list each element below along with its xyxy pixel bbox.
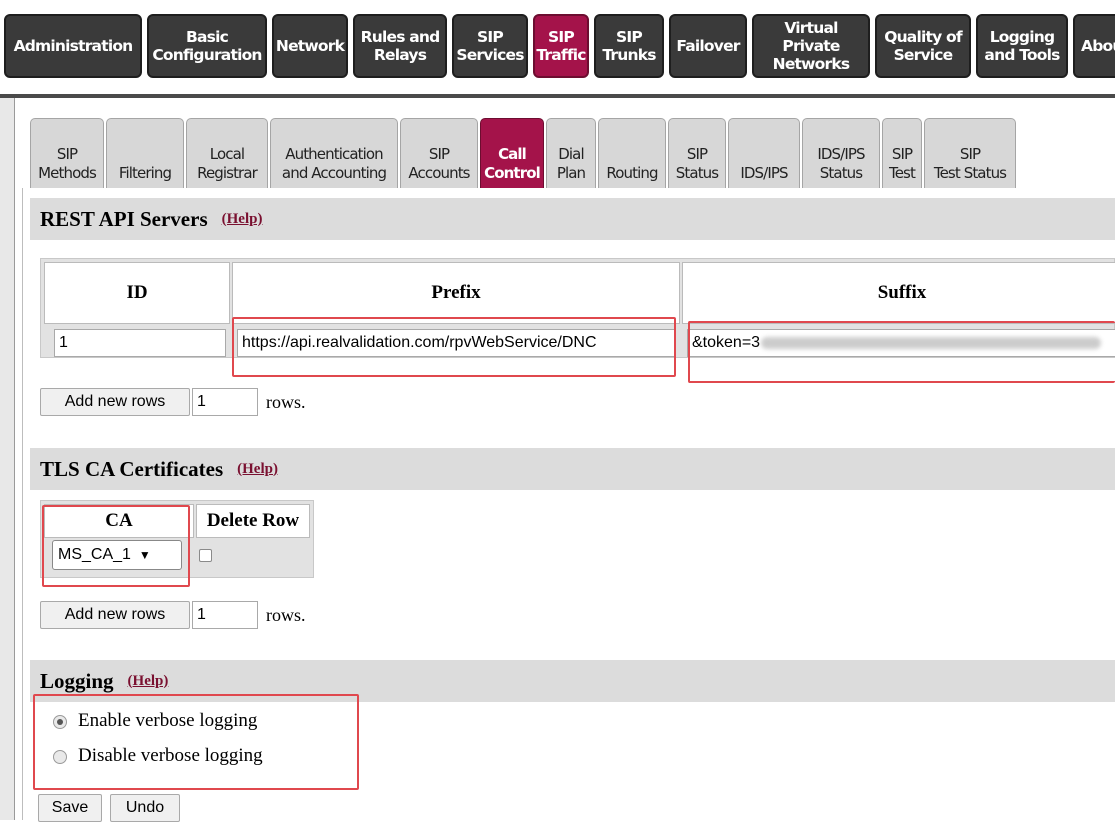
nav-sip-trunks[interactable]: SIP Trunks <box>594 14 664 78</box>
tab-sip-status[interactable]: SIP Status <box>668 118 726 188</box>
column-header-delete-row: Delete Row <box>196 504 310 538</box>
rest-api-help-link[interactable]: (Help) <box>222 211 263 228</box>
tab-authentication-and-accounting[interactable]: Authentication and Accounting <box>270 118 398 188</box>
tab-sip-test[interactable]: SIP Test <box>882 118 922 188</box>
rest-add-rows-button[interactable]: Add new rows <box>40 388 190 416</box>
suffix-highlight-box <box>688 321 1115 383</box>
tls-ca-title: TLS CA Certificates <box>40 456 224 481</box>
nav-sip-services[interactable]: SIP Services <box>452 14 528 78</box>
nav-logging-and-tools[interactable]: Logging and Tools <box>976 14 1068 78</box>
tab-routing[interactable]: Routing <box>598 118 666 188</box>
ca-highlight-box <box>42 505 190 587</box>
nav-failover[interactable]: Failover <box>669 14 747 78</box>
rest-api-title: REST API Servers <box>40 206 208 231</box>
tab-filtering[interactable]: Filtering <box>106 118 184 188</box>
nav-basic-configuration[interactable]: Basic Configuration <box>147 14 267 78</box>
rest-api-header: REST API Servers (Help) <box>30 198 1115 240</box>
logging-highlight-box <box>33 694 359 790</box>
nav-quality-of-service[interactable]: Quality of Service <box>875 14 971 78</box>
tab-dial-plan[interactable]: Dial Plan <box>546 118 596 188</box>
tab-sip-test-status[interactable]: SIP Test Status <box>924 118 1016 188</box>
tls-ca-help-link[interactable]: (Help) <box>237 461 278 478</box>
delete-row-checkbox[interactable] <box>199 549 212 562</box>
tab-sip-methods[interactable]: SIP Methods <box>30 118 104 188</box>
tab-call-control[interactable]: Call Control <box>480 118 544 188</box>
tab-ids-ips[interactable]: IDS/IPS <box>728 118 800 188</box>
nav-sip-traffic[interactable]: SIP Traffic <box>533 14 589 78</box>
nav-about[interactable]: About <box>1073 14 1115 78</box>
nav-divider <box>0 94 1115 98</box>
tls-rows-label: rows. <box>266 605 306 625</box>
logging-help-link[interactable]: (Help) <box>128 673 169 690</box>
column-header-suffix: Suffix <box>682 262 1115 324</box>
nav-network[interactable]: Network <box>272 14 348 78</box>
top-navigation: Administration Basic Configuration Netwo… <box>0 0 1115 110</box>
tls-add-rows-button[interactable]: Add new rows <box>40 601 190 629</box>
left-panel-edge <box>0 98 15 820</box>
rest-rows-label: rows. <box>266 392 306 412</box>
tls-add-rows-count[interactable]: 1 <box>192 601 258 629</box>
tab-local-registrar[interactable]: Local Registrar <box>186 118 268 188</box>
column-header-prefix: Prefix <box>232 262 680 324</box>
save-button[interactable]: Save <box>38 794 102 822</box>
rest-add-rows-count[interactable]: 1 <box>192 388 258 416</box>
undo-button[interactable]: Undo <box>110 794 180 822</box>
tls-ca-header: TLS CA Certificates (Help) <box>30 448 1115 490</box>
tab-ids-ips-status[interactable]: IDS/IPS Status <box>802 118 880 188</box>
logging-title: Logging <box>40 668 114 693</box>
nav-administration[interactable]: Administration <box>4 14 142 78</box>
nav-rules-and-relays[interactable]: Rules and Relays <box>353 14 447 78</box>
prefix-highlight-box <box>232 317 676 377</box>
id-input[interactable]: 1 <box>54 329 226 357</box>
tab-sip-accounts[interactable]: SIP Accounts <box>400 118 478 188</box>
nav-virtual-private-networks[interactable]: Virtual Private Networks <box>752 14 870 78</box>
column-header-id: ID <box>44 262 230 324</box>
